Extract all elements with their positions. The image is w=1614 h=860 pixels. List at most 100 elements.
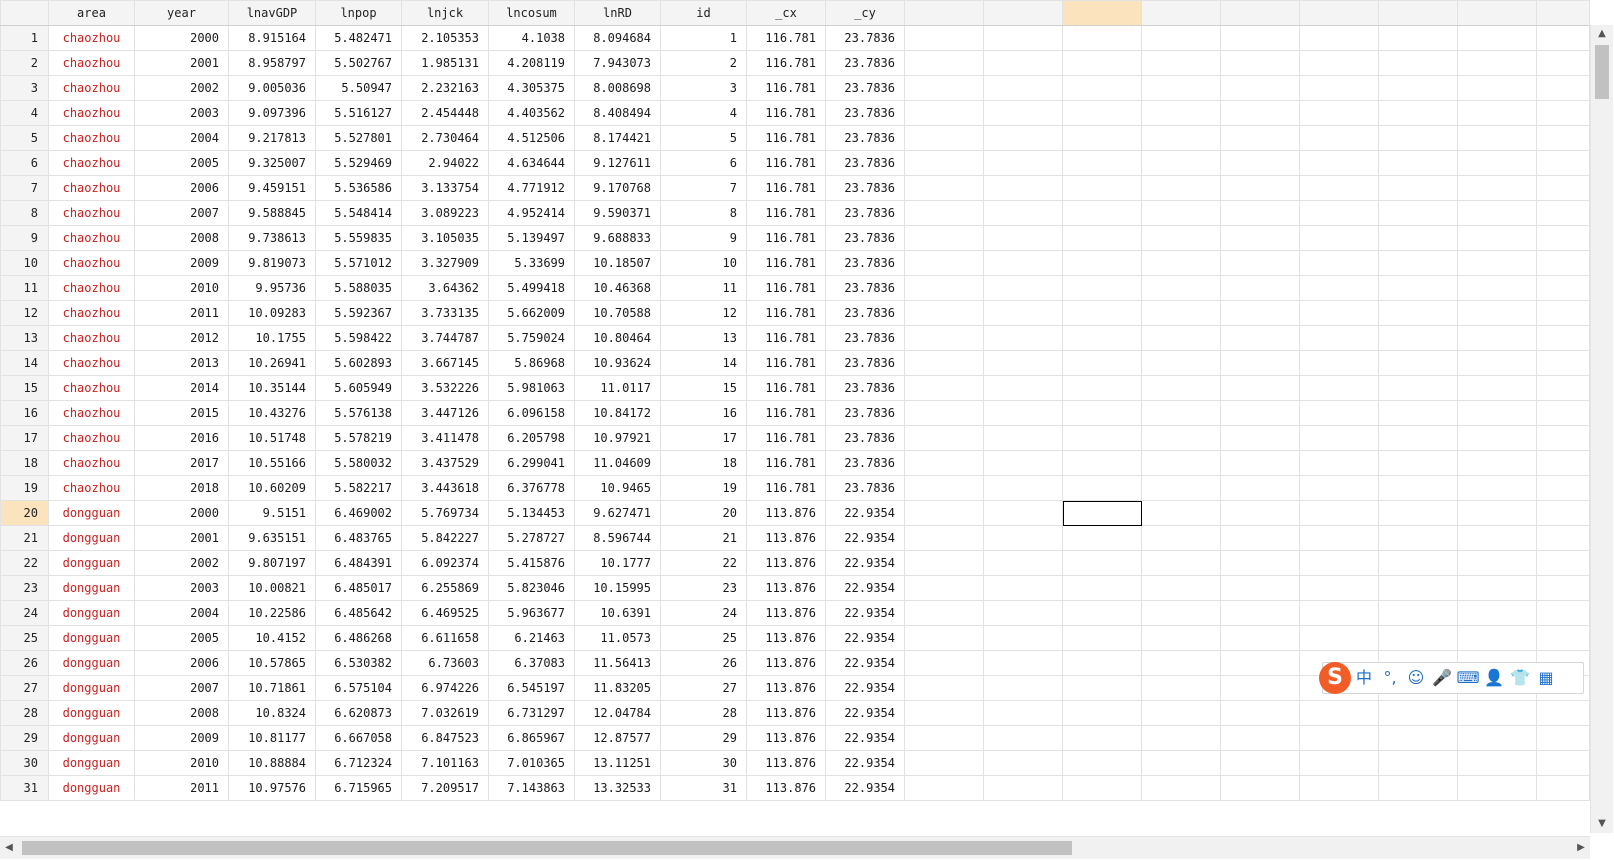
table-cell[interactable]: 6.847523 (401, 725, 489, 751)
table-cell[interactable]: 11.0573 (574, 625, 661, 651)
cell-area[interactable]: chaozhou (48, 250, 135, 276)
table-cell[interactable]: 113.876 (746, 750, 826, 776)
table-cell[interactable]: 5.33699 (488, 250, 575, 276)
table-cell[interactable]: 5.588035 (315, 275, 402, 301)
table-cell[interactable]: 2010 (134, 275, 229, 301)
table-cell[interactable]: 8.915164 (228, 25, 316, 51)
empty-cell[interactable] (1378, 600, 1458, 626)
empty-cell[interactable] (1378, 75, 1458, 101)
table-cell[interactable]: 5.759024 (488, 325, 575, 351)
table-cell[interactable]: 6.530382 (315, 650, 402, 676)
table-cell[interactable]: 2012 (134, 325, 229, 351)
table-cell[interactable]: 2008 (134, 700, 229, 726)
empty-cell[interactable] (1220, 100, 1300, 126)
table-cell[interactable]: 8.596744 (574, 525, 661, 551)
table-cell[interactable]: 7.032619 (401, 700, 489, 726)
empty-cell[interactable] (1299, 575, 1379, 601)
table-cell[interactable]: 5.571012 (315, 250, 402, 276)
table-cell[interactable]: 23 (660, 575, 747, 601)
empty-cell[interactable] (983, 575, 1063, 601)
empty-cell[interactable] (1378, 50, 1458, 76)
empty-cell[interactable] (904, 150, 984, 176)
empty-cell[interactable] (983, 275, 1063, 301)
empty-cell[interactable] (1299, 425, 1379, 451)
empty-cell[interactable] (1220, 325, 1300, 351)
cell-area[interactable]: dongguan (48, 550, 135, 576)
empty-cell[interactable] (1378, 425, 1458, 451)
table-cell[interactable]: 17 (660, 425, 747, 451)
chinese-mode-icon[interactable]: 中 (1351, 663, 1377, 693)
microphone-icon[interactable]: 🎤 (1429, 663, 1455, 693)
empty-cell[interactable] (1299, 400, 1379, 426)
table-row[interactable]: 1 chaozhou 2000 8.915164 5.482471 2.105353 4.1… (0, 25, 1590, 51)
table-row[interactable]: 3 chaozhou 2002 9.005036 5.50947 2.232163 4.30… (0, 75, 1590, 101)
empty-cell[interactable] (904, 225, 984, 251)
cell-area[interactable]: chaozhou (48, 275, 135, 301)
table-cell[interactable]: 6.620873 (315, 700, 402, 726)
empty-cell[interactable] (1536, 275, 1590, 301)
table-cell[interactable]: 4.403562 (488, 100, 575, 126)
column-header-empty[interactable] (1536, 0, 1590, 26)
empty-cell[interactable] (1457, 300, 1537, 326)
table-cell[interactable]: 113.876 (746, 650, 826, 676)
empty-cell[interactable] (1457, 400, 1537, 426)
scroll-up-icon[interactable]: ▲ (1591, 25, 1613, 43)
table-cell[interactable]: 3.089223 (401, 200, 489, 226)
empty-cell[interactable] (904, 700, 984, 726)
empty-cell[interactable] (1378, 500, 1458, 526)
empty-cell[interactable] (1536, 100, 1590, 126)
empty-cell[interactable] (904, 375, 984, 401)
table-cell[interactable]: 5.592367 (315, 300, 402, 326)
row-number[interactable]: 1 (0, 25, 49, 51)
row-number[interactable]: 18 (0, 450, 49, 476)
empty-cell[interactable] (1141, 700, 1221, 726)
empty-cell[interactable] (1141, 575, 1221, 601)
empty-cell[interactable] (1141, 250, 1221, 276)
table-cell[interactable]: 22.9354 (825, 625, 905, 651)
table-cell[interactable]: 31 (660, 775, 747, 801)
empty-cell[interactable] (904, 400, 984, 426)
empty-cell[interactable] (1062, 575, 1142, 601)
table-cell[interactable]: 6.299041 (488, 450, 575, 476)
empty-cell[interactable] (1062, 650, 1142, 676)
empty-cell[interactable] (1299, 100, 1379, 126)
empty-cell[interactable] (1378, 200, 1458, 226)
empty-cell[interactable] (1378, 475, 1458, 501)
empty-cell[interactable] (1378, 225, 1458, 251)
toolbox-icon[interactable]: ▦ (1533, 663, 1559, 693)
table-cell[interactable]: 10.84172 (574, 400, 661, 426)
row-number[interactable]: 4 (0, 100, 49, 126)
row-number[interactable]: 2 (0, 50, 49, 76)
empty-cell[interactable] (1536, 525, 1590, 551)
table-cell[interactable]: 2006 (134, 175, 229, 201)
table-cell[interactable]: 23.7836 (825, 50, 905, 76)
table-cell[interactable]: 5.582217 (315, 475, 402, 501)
table-cell[interactable]: 6.974226 (401, 675, 489, 701)
table-cell[interactable]: 3.437529 (401, 450, 489, 476)
table-cell[interactable]: 116.781 (746, 175, 826, 201)
empty-cell[interactable] (1220, 775, 1300, 801)
empty-cell[interactable] (904, 125, 984, 151)
empty-cell[interactable] (904, 25, 984, 51)
table-cell[interactable]: 9.635151 (228, 525, 316, 551)
table-cell[interactable]: 2002 (134, 550, 229, 576)
table-cell[interactable]: 116.781 (746, 425, 826, 451)
empty-cell[interactable] (1457, 25, 1537, 51)
table-cell[interactable]: 6.73603 (401, 650, 489, 676)
empty-cell[interactable] (1062, 275, 1142, 301)
column-header-lnpop[interactable]: lnpop (315, 0, 402, 26)
empty-cell[interactable] (1062, 225, 1142, 251)
empty-cell[interactable] (983, 100, 1063, 126)
empty-cell[interactable] (1299, 300, 1379, 326)
table-cell[interactable]: 5.576138 (315, 400, 402, 426)
empty-cell[interactable] (904, 100, 984, 126)
table-cell[interactable]: 5.769734 (401, 500, 489, 526)
row-number[interactable]: 14 (0, 350, 49, 376)
cell-area[interactable]: chaozhou (48, 175, 135, 201)
table-cell[interactable]: 10.97576 (228, 775, 316, 801)
table-cell[interactable]: 23.7836 (825, 100, 905, 126)
row-number[interactable]: 6 (0, 150, 49, 176)
table-cell[interactable]: 22.9354 (825, 775, 905, 801)
table-cell[interactable]: 12 (660, 300, 747, 326)
table-cell[interactable]: 113.876 (746, 525, 826, 551)
